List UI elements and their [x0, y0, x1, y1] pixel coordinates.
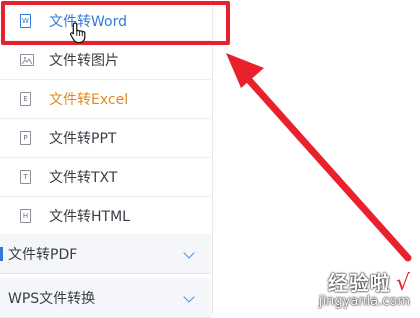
- checkmark-icon: √: [395, 271, 410, 296]
- menu-item-file-to-ppt[interactable]: P 文件转PPT: [0, 119, 211, 158]
- menu-item-file-to-excel[interactable]: E 文件转Excel: [0, 80, 211, 119]
- watermark: 经验啦 √ jingyanla.com: [319, 267, 410, 309]
- image-file-icon: [20, 54, 34, 66]
- menu-item-label: 文件转HTML: [49, 209, 130, 225]
- group-file-to-pdf[interactable]: 文件转PDF: [0, 234, 211, 274]
- hand-cursor-icon: [69, 22, 86, 44]
- watermark-url: jingyanla.com: [318, 294, 410, 309]
- watermark-text: 经验啦: [327, 271, 391, 295]
- chevron-down-icon: [183, 290, 195, 303]
- chevron-down-icon: [183, 246, 195, 259]
- menu-item-label: 文件转TXT: [49, 170, 118, 186]
- menu-item-file-to-txt[interactable]: T 文件转TXT: [0, 158, 211, 197]
- group-wps-conversion[interactable]: WPS文件转换: [0, 278, 211, 318]
- ppt-file-icon: P: [20, 131, 31, 145]
- html-file-icon: H: [20, 209, 31, 223]
- menu-item-file-to-image[interactable]: 文件转图片: [0, 41, 211, 80]
- menu-item-file-to-html[interactable]: H 文件转HTML: [0, 197, 211, 236]
- group-indicator: [0, 247, 3, 261]
- menu-item-label: 文件转PPT: [49, 131, 117, 147]
- conversion-menu: W 文件转Word 文件转图片 E 文件转Excel P 文件转PPT T 文件…: [0, 0, 213, 318]
- group-label: 文件转PDF: [8, 246, 78, 263]
- group-label: WPS文件转换: [8, 290, 96, 307]
- highlight-box: [1, 1, 230, 45]
- txt-file-icon: T: [20, 170, 31, 184]
- menu-item-label: 文件转图片: [49, 53, 119, 69]
- excel-file-icon: E: [20, 92, 31, 106]
- menu-item-label: 文件转Excel: [49, 92, 129, 108]
